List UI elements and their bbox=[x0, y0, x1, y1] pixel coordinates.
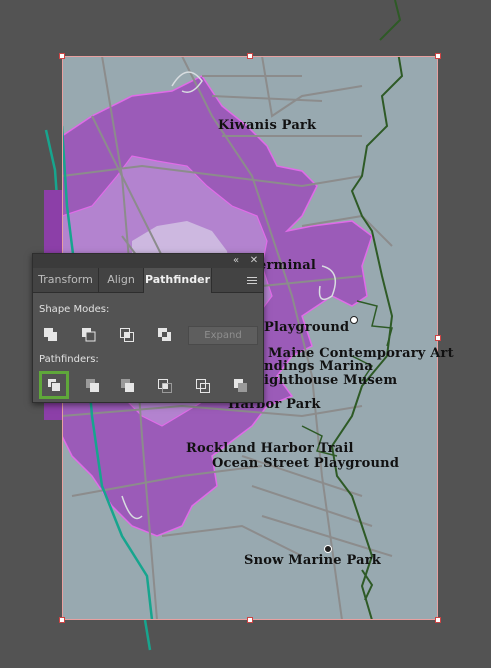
pathfinder-panel[interactable]: « ✕ Transform Align Pathfinder Shape Mod… bbox=[32, 253, 264, 403]
resize-handle-right[interactable] bbox=[435, 335, 441, 341]
label-kiwanis-park: Kiwanis Park bbox=[218, 118, 317, 133]
label-playground: Playground bbox=[264, 320, 350, 335]
minus-front-icon[interactable] bbox=[77, 324, 101, 346]
label-rockland-harbor-trail: Rockland Harbor Trail bbox=[186, 441, 354, 456]
label-lighthouse-museum: ighthouse Musem bbox=[264, 373, 398, 388]
expand-button[interactable]: Expand bbox=[188, 326, 258, 345]
resize-handle-bottom-left[interactable] bbox=[59, 617, 65, 623]
panel-title-bar[interactable]: « ✕ bbox=[33, 254, 263, 268]
tab-transform[interactable]: Transform bbox=[33, 268, 99, 292]
trim-icon[interactable] bbox=[81, 375, 105, 397]
divide-icon[interactable] bbox=[39, 371, 69, 399]
label-ocean-street-playground: Ocean Street Playground bbox=[212, 456, 400, 471]
minus-back-icon[interactable] bbox=[229, 375, 253, 397]
label-marina: ndings Marina bbox=[264, 359, 373, 374]
exclude-icon[interactable] bbox=[153, 324, 177, 346]
panel-tab-strip: Transform Align Pathfinder bbox=[33, 268, 263, 293]
resize-handle-top[interactable] bbox=[247, 53, 253, 59]
resize-handle-top-right[interactable] bbox=[435, 53, 441, 59]
pathfinders-label: Pathfinders: bbox=[39, 354, 99, 365]
outline-icon[interactable] bbox=[191, 375, 215, 397]
shape-modes-label: Shape Modes: bbox=[39, 304, 110, 315]
merge-icon[interactable] bbox=[116, 375, 140, 397]
resize-handle-top-left[interactable] bbox=[59, 53, 65, 59]
tab-align[interactable]: Align bbox=[99, 268, 144, 292]
intersect-icon[interactable] bbox=[115, 324, 139, 346]
close-icon[interactable]: ✕ bbox=[247, 254, 261, 268]
resize-handle-bottom[interactable] bbox=[247, 617, 253, 623]
double-chevron-icon[interactable]: « bbox=[229, 254, 243, 268]
panel-menu-icon[interactable] bbox=[241, 268, 263, 292]
unite-icon[interactable] bbox=[39, 324, 63, 346]
resize-handle-bottom-right[interactable] bbox=[435, 617, 441, 623]
crop-icon[interactable] bbox=[153, 375, 177, 397]
tab-pathfinder[interactable]: Pathfinder bbox=[144, 268, 212, 293]
label-terminal: erminal bbox=[258, 258, 317, 273]
label-snow-marine-park: Snow Marine Park bbox=[244, 553, 381, 568]
